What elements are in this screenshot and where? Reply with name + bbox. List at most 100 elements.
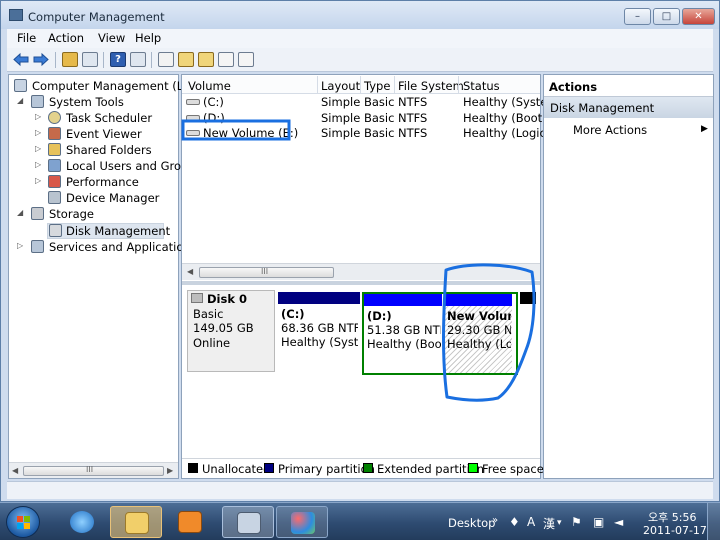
toolbar-separator — [151, 52, 152, 68]
scroll-left-arrow-icon[interactable]: ◀ — [187, 267, 193, 276]
legend-label: Free space — [482, 462, 544, 476]
collapsed-arrow-icon[interactable]: ▷ — [35, 176, 41, 185]
properties-icon[interactable] — [238, 52, 254, 67]
drive-icon — [186, 99, 200, 105]
expanded-arrow-icon[interactable]: ◢ — [17, 208, 23, 217]
up-folder-icon[interactable] — [62, 52, 78, 67]
scroll-left-arrow-icon[interactable]: ◀ — [12, 466, 18, 475]
volume-muted-icon[interactable]: ◄ — [614, 515, 623, 529]
ime-options-icon[interactable]: ▾ — [557, 518, 562, 528]
system-tools-icon — [31, 95, 44, 108]
folder-icon — [125, 512, 149, 534]
open-folder-icon[interactable] — [178, 52, 194, 67]
show-hide-action-pane-icon[interactable] — [130, 52, 146, 67]
media-player-icon — [178, 511, 202, 533]
disk-0-info[interactable]: Disk 0 Basic 149.05 GB Online — [187, 290, 275, 372]
column-divider[interactable] — [317, 76, 318, 94]
column-header-volume[interactable]: Volume — [188, 79, 231, 93]
save-folder-icon[interactable] — [198, 52, 214, 67]
table-row[interactable]: (D:) Simple Basic NTFS Healthy (Boot, P — [182, 110, 556, 126]
search-icon[interactable] — [218, 52, 234, 67]
desktop-toolbar-chevron-icon[interactable]: » — [492, 515, 498, 526]
tree-horizontal-scrollbar[interactable]: ◀ III ▶ — [9, 462, 178, 478]
collapsed-arrow-icon[interactable]: ▷ — [17, 241, 23, 250]
taskbar-paint[interactable] — [276, 506, 328, 538]
desktop-toolbar-label[interactable]: Desktop — [448, 516, 495, 530]
tree-item-system-tools[interactable]: ◢ System Tools — [9, 94, 178, 110]
storage-icon — [31, 207, 44, 220]
back-arrow-icon[interactable] — [13, 52, 29, 67]
forward-arrow-icon[interactable] — [33, 52, 49, 67]
minimize-button[interactable]: – — [624, 8, 651, 25]
unallocated-space[interactable] — [520, 292, 536, 373]
taskbar-windows-explorer[interactable] — [110, 506, 162, 538]
drive-icon — [186, 130, 200, 136]
volume-list-horizontal-scrollbar[interactable]: ◀ III — [182, 263, 540, 280]
clock-time[interactable]: 오후 5:56 — [648, 509, 696, 525]
table-row[interactable]: New Volume (E:) Simple Basic NTFS Health… — [182, 125, 553, 141]
taskbar-media-player[interactable] — [164, 506, 216, 538]
collapsed-arrow-icon[interactable]: ▷ — [35, 160, 41, 169]
column-header-layout[interactable]: Layout — [321, 79, 360, 93]
help-icon[interactable]: ? — [110, 52, 126, 67]
shared-folder-icon — [48, 143, 61, 156]
actions-section-disk-management[interactable]: Disk Management — [544, 97, 713, 118]
tree-item-shared-folders[interactable]: ▷ Shared Folders — [9, 142, 178, 158]
tree-item-disk-management[interactable]: Disk Management — [9, 223, 178, 239]
show-hide-console-tree-icon[interactable] — [82, 52, 98, 67]
toolbar: ? — [7, 48, 713, 72]
collapsed-arrow-icon[interactable]: ▷ — [35, 128, 41, 137]
close-button[interactable]: ✕ — [682, 8, 715, 25]
refresh-icon[interactable] — [158, 52, 174, 67]
menu-help[interactable]: Help — [135, 31, 161, 45]
scroll-grip: III — [86, 465, 94, 474]
partition-status: Healthy (Boo — [367, 337, 441, 351]
scroll-right-arrow-icon[interactable]: ▶ — [167, 466, 173, 475]
column-divider[interactable] — [458, 76, 459, 94]
tree-item-storage[interactable]: ◢ Storage — [9, 206, 178, 222]
menu-view[interactable]: View — [98, 31, 125, 45]
volume-list-scroll-thumb[interactable]: III — [199, 267, 334, 278]
collapsed-arrow-icon[interactable]: ▷ — [35, 112, 41, 121]
more-actions-link[interactable]: More Actions — [573, 123, 647, 137]
table-row[interactable]: (C:) Simple Basic NTFS Healthy (System — [182, 94, 559, 110]
tree-item-local-users-and-groups[interactable]: ▷ Local Users and Groups — [9, 158, 202, 174]
partition-details: (D:) 51.38 GB NTF Healthy (Boo — [367, 309, 441, 351]
taskbar-internet-explorer[interactable] — [56, 506, 108, 538]
language-bar-icon[interactable]: ♦ — [509, 515, 520, 529]
network-icon[interactable]: ▣ — [593, 515, 604, 529]
tree-item-device-manager[interactable]: Device Manager — [9, 190, 178, 206]
menu-file[interactable]: File — [17, 31, 36, 45]
start-button[interactable] — [6, 506, 40, 538]
column-header-file-system[interactable]: File System — [398, 79, 464, 93]
clock-date[interactable]: 2011-07-17 — [643, 524, 707, 537]
submenu-arrow-icon[interactable]: ▶ — [701, 124, 708, 134]
ime-hanja[interactable]: 漢 — [543, 515, 555, 532]
partition-e[interactable]: New Volum 29.30 GB NT Healthy (Log — [444, 294, 512, 373]
title-bar[interactable]: Computer Management – □ ✕ — [1, 1, 719, 29]
tree-item-performance[interactable]: ▷ Performance — [9, 174, 178, 190]
menu-action[interactable]: Action — [48, 31, 84, 45]
maximize-button[interactable]: □ — [653, 8, 680, 25]
tree-item-label: Services and Applications — [49, 240, 197, 254]
scroll-grip: III — [261, 267, 269, 276]
tree-item-event-viewer[interactable]: ▷ Event Viewer — [9, 126, 178, 142]
column-header-type[interactable]: Type — [364, 79, 390, 93]
partition-d[interactable]: (D:) 51.38 GB NTF Healthy (Boo — [364, 294, 442, 373]
expanded-arrow-icon[interactable]: ◢ — [17, 96, 23, 105]
tree-item-computer-management[interactable]: Computer Management (Local — [9, 78, 207, 94]
tree-item-services-and-applications[interactable]: ▷ Services and Applications — [9, 239, 197, 255]
action-center-flag-icon[interactable]: ⚑ — [571, 515, 582, 529]
taskbar-computer-management[interactable] — [222, 506, 274, 538]
column-divider[interactable] — [360, 76, 361, 94]
ime-mode-a[interactable]: A — [527, 515, 535, 529]
show-desktop-button[interactable] — [707, 503, 720, 540]
collapsed-arrow-icon[interactable]: ▷ — [35, 144, 41, 153]
column-divider[interactable] — [394, 76, 395, 94]
tree-item-task-scheduler[interactable]: ▷ Task Scheduler — [9, 110, 178, 126]
legend-swatch-free-space — [468, 463, 478, 473]
column-header-status[interactable]: Status — [463, 79, 500, 93]
disk-graphical-view: Disk 0 Basic 149.05 GB Online (C:) 68.36… — [182, 285, 540, 455]
tree-scroll-thumb[interactable]: III — [23, 465, 164, 476]
partition-c[interactable]: (C:) 68.36 GB NTFS Healthy (Syste — [278, 292, 360, 373]
